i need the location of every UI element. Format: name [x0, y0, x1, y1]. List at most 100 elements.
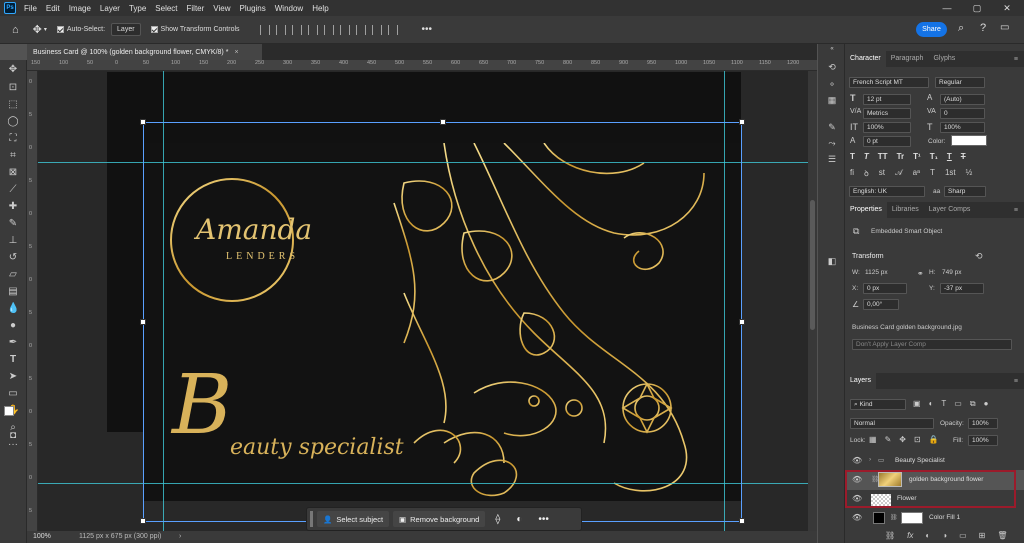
- link-layers-icon[interactable]: ⛓: [885, 531, 895, 540]
- ornament-icon[interactable]: ꝺ: [864, 168, 869, 179]
- crop-tool-icon[interactable]: ⌗: [7, 150, 19, 162]
- fill-field[interactable]: 100%: [968, 435, 998, 446]
- opacity-field[interactable]: 100%: [968, 418, 998, 429]
- blend-mode-select[interactable]: Normal: [850, 418, 934, 429]
- swash-icon[interactable]: 𝒜: [895, 168, 903, 179]
- select-subject-button[interactable]: 👤 Select subject: [317, 511, 390, 527]
- mask-icon[interactable]: ◐: [510, 511, 528, 527]
- align-right-icon[interactable]: [291, 24, 302, 35]
- transform-handle[interactable]: [739, 518, 745, 524]
- kerning-field[interactable]: Metrics: [863, 108, 911, 119]
- fraction-icon[interactable]: ½: [966, 168, 973, 179]
- link-icon[interactable]: ⚭: [917, 269, 924, 278]
- transform-handle[interactable]: [140, 319, 146, 325]
- align-controls[interactable]: [259, 24, 404, 35]
- angle-field[interactable]: 0,00°: [863, 299, 899, 310]
- menu-layer[interactable]: Layer: [100, 4, 120, 13]
- font-family-select[interactable]: French Script MT: [849, 77, 929, 88]
- adjustment-layer-icon[interactable]: ◑: [942, 531, 947, 540]
- oldstyle-icon[interactable]: aᵃ: [913, 168, 920, 179]
- blur-tool-icon[interactable]: 💧: [7, 303, 19, 315]
- chevron-right-icon[interactable]: ›: [869, 456, 871, 463]
- lock-pixels-icon[interactable]: ▦: [869, 435, 877, 444]
- menu-edit[interactable]: Edit: [46, 4, 60, 13]
- artboard-tool-icon[interactable]: ⊡: [7, 82, 19, 94]
- history-brush-icon[interactable]: ↺: [7, 252, 19, 264]
- eraser-icon[interactable]: ▱: [7, 269, 19, 281]
- new-layer-icon[interactable]: ⊞: [979, 531, 986, 540]
- reset-icon[interactable]: ⟲: [975, 251, 983, 262]
- pen-tool-icon[interactable]: ✒: [7, 337, 19, 349]
- font-size-field[interactable]: 12 pt: [863, 94, 911, 105]
- swatches-icon[interactable]: ▦: [826, 95, 838, 105]
- width-value[interactable]: 1125 px: [865, 269, 888, 276]
- tab-layers[interactable]: Layers: [845, 373, 877, 389]
- small-caps-button[interactable]: Tr: [897, 152, 905, 161]
- new-group-icon[interactable]: ▭: [959, 531, 967, 540]
- gradient-icon[interactable]: ▤: [7, 286, 19, 298]
- stamp-tool-icon[interactable]: ⊥: [7, 235, 19, 247]
- faux-bold-button[interactable]: T: [850, 152, 855, 161]
- align-left-icon[interactable]: [259, 24, 270, 35]
- align-vcenter-icon[interactable]: [323, 24, 334, 35]
- brush-tool-icon[interactable]: ✎: [7, 218, 19, 230]
- share-button[interactable]: Share: [916, 22, 947, 37]
- paths-icon[interactable]: ⤳: [826, 138, 838, 148]
- language-select[interactable]: English: UK: [849, 186, 925, 197]
- x-field[interactable]: 0 px: [863, 283, 907, 294]
- transform-icon[interactable]: ⟠: [489, 511, 506, 527]
- visibility-eye-icon[interactable]: 👁: [852, 456, 862, 465]
- font-style-select[interactable]: Regular: [935, 77, 985, 88]
- ordinal-icon[interactable]: 1st: [945, 168, 956, 179]
- transform-handle[interactable]: [140, 518, 146, 524]
- subscript-button[interactable]: T₁: [930, 152, 938, 161]
- close-icon[interactable]: ✕: [992, 0, 1022, 16]
- close-tab-icon[interactable]: ×: [234, 49, 238, 56]
- path-select-icon[interactable]: ➤: [7, 371, 19, 383]
- transform-handle[interactable]: [140, 119, 146, 125]
- transform-bounding-box[interactable]: [143, 122, 742, 522]
- align-bottom-icon[interactable]: [339, 24, 350, 35]
- filter-toggle-icon[interactable]: ●: [984, 399, 989, 409]
- visibility-eye-icon[interactable]: 👁: [852, 513, 862, 522]
- menu-select[interactable]: Select: [155, 4, 177, 13]
- foreground-color-swatch[interactable]: [4, 406, 14, 416]
- smart-filter-icon[interactable]: ⧉: [970, 399, 976, 409]
- layer-row[interactable]: 👁 › ▭ Beauty Specialist: [845, 452, 1024, 470]
- transform-handle[interactable]: [739, 319, 745, 325]
- distribute-icon[interactable]: [355, 24, 366, 35]
- text-color-swatch[interactable]: [951, 135, 987, 146]
- document-info[interactable]: 1125 px x 675 px (300 ppi): [79, 533, 161, 540]
- leading-field[interactable]: (Auto): [940, 94, 985, 105]
- history-icon[interactable]: ⟲: [826, 62, 838, 72]
- add-mask-icon[interactable]: ◐: [925, 531, 930, 540]
- adjustment-filter-icon[interactable]: ◐: [929, 399, 934, 409]
- remove-background-button[interactable]: ▣ Remove background: [393, 511, 486, 527]
- tab-glyphs[interactable]: Glyphs: [928, 51, 960, 67]
- antialias-select[interactable]: Sharp: [944, 186, 986, 197]
- distribute-h-icon[interactable]: [387, 24, 398, 35]
- auto-select-dropdown[interactable]: Layer: [111, 23, 141, 36]
- marquee-tool-icon[interactable]: ⬚: [7, 99, 19, 111]
- quick-mask-icon[interactable]: ◘: [7, 430, 19, 442]
- type-filter-icon[interactable]: T: [941, 399, 946, 409]
- menu-window[interactable]: Window: [275, 4, 303, 13]
- dodge-tool-icon[interactable]: ●: [7, 320, 19, 332]
- menu-type[interactable]: Type: [129, 4, 146, 13]
- drag-handle[interactable]: [310, 511, 313, 527]
- auto-select-checkbox[interactable]: [56, 26, 64, 33]
- trash-icon[interactable]: 🗑: [997, 531, 1007, 540]
- menu-filter[interactable]: Filter: [187, 4, 205, 13]
- transform-handle[interactable]: [739, 119, 745, 125]
- menu-view[interactable]: View: [213, 4, 230, 13]
- rectangle-tool-icon[interactable]: ▭: [7, 388, 19, 400]
- brush-settings-icon[interactable]: ✎: [826, 122, 838, 132]
- adjustments-icon[interactable]: ☰: [826, 154, 838, 164]
- tab-properties[interactable]: Properties: [845, 202, 887, 218]
- chevron-right-icon[interactable]: ›: [179, 533, 181, 540]
- more-button[interactable]: •••: [532, 511, 555, 527]
- layer-comps-icon[interactable]: ⚬: [826, 79, 838, 89]
- tab-character[interactable]: Character: [845, 51, 886, 67]
- shape-filter-icon[interactable]: ▭: [954, 399, 962, 409]
- y-field[interactable]: -37 px: [940, 283, 984, 294]
